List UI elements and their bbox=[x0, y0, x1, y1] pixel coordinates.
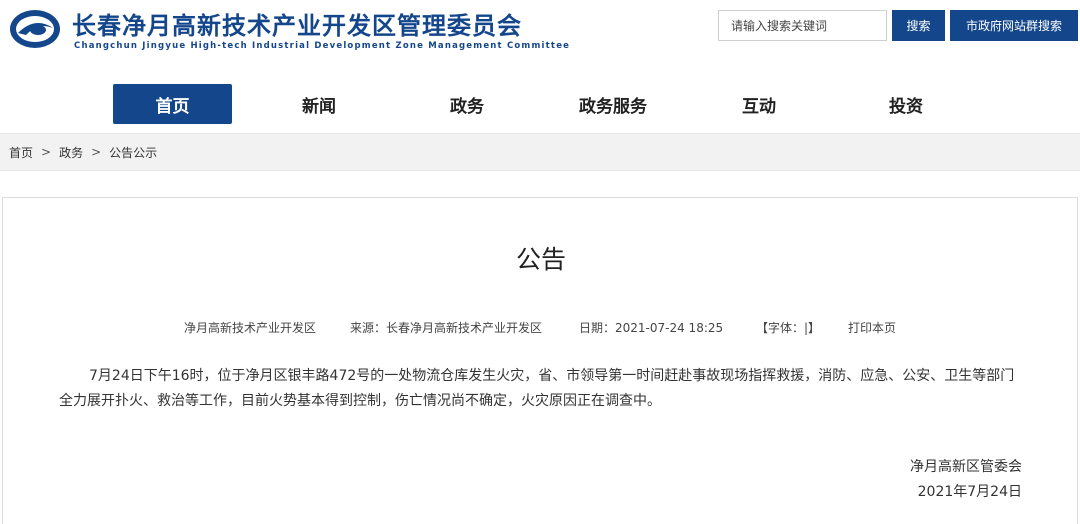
breadcrumb: 首页 > 政务 > 公告公示 bbox=[0, 133, 1080, 171]
font-size-control[interactable]: 【字体：|】 bbox=[756, 319, 820, 336]
article-panel: 公告 净月高新技术产业开发区 来源：长春净月高新技术产业开发区 日期：2021-… bbox=[2, 197, 1078, 524]
breadcrumb-home[interactable]: 首页 bbox=[9, 144, 33, 161]
sitegroup-search-button[interactable]: 市政府网站群搜索 bbox=[950, 10, 1078, 41]
article-body: 7月24日下午16时，位于净月区银丰路472号的一处物流仓库发生火灾，省、市领导… bbox=[59, 368, 1015, 409]
nav-item-services[interactable]: 政务服务 bbox=[565, 84, 661, 124]
breadcrumb-government[interactable]: 政务 bbox=[59, 144, 83, 161]
nav-item-interaction[interactable]: 互动 bbox=[722, 84, 796, 124]
breadcrumb-separator: > bbox=[41, 145, 52, 159]
site-title: 长春净月高新技术产业开发区管理委员会 bbox=[72, 12, 522, 40]
site-header: 长春净月高新技术产业开发区管理委员会 Changchun Jingyue Hig… bbox=[0, 0, 1080, 62]
meta-source: 来源：长春净月高新技术产业开发区 bbox=[350, 321, 543, 335]
search-button[interactable]: 搜索 bbox=[892, 10, 945, 41]
meta-org: 净月高新技术产业开发区 bbox=[184, 321, 317, 335]
article-title: 公告 bbox=[515, 245, 566, 274]
nav-item-home[interactable]: 首页 bbox=[113, 84, 232, 124]
search-input[interactable] bbox=[718, 10, 887, 41]
main-nav: 首页 新闻 政务 政务服务 互动 投资 bbox=[0, 84, 1080, 124]
nav-item-news[interactable]: 新闻 bbox=[282, 84, 356, 124]
logo-icon bbox=[10, 10, 60, 48]
signature-date: 2021年7月24日 bbox=[917, 484, 1022, 500]
meta-date: 日期：2021-07-24 18:25 bbox=[579, 321, 724, 335]
site-subtitle: Changchun Jingyue High-tech Industrial D… bbox=[74, 41, 571, 51]
signature-org: 净月高新区管委会 bbox=[910, 459, 1022, 475]
breadcrumb-announcements[interactable]: 公告公示 bbox=[109, 144, 157, 161]
nav-item-investment[interactable]: 投资 bbox=[869, 84, 943, 124]
print-link[interactable]: 打印本页 bbox=[848, 319, 896, 336]
nav-item-government[interactable]: 政务 bbox=[430, 84, 504, 124]
breadcrumb-separator: > bbox=[91, 145, 102, 159]
